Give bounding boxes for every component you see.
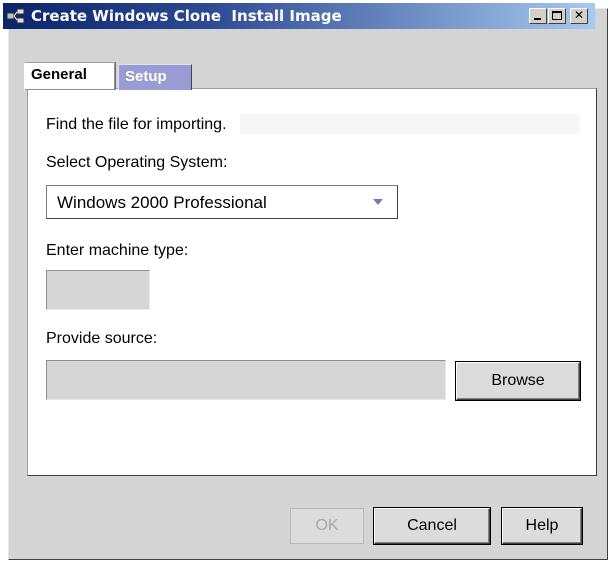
- chevron-down-icon[interactable]: [373, 199, 383, 205]
- browse-button[interactable]: Browse: [456, 362, 580, 400]
- close-icon: ✕: [573, 8, 585, 22]
- help-button[interactable]: Help: [502, 508, 582, 544]
- os-label: Select Operating System:: [46, 154, 228, 171]
- cancel-button[interactable]: Cancel: [374, 508, 490, 544]
- source-label: Provide source:: [46, 330, 158, 347]
- os-select[interactable]: Windows 2000 Professional: [46, 185, 398, 219]
- instruction-strip: [240, 114, 580, 134]
- maximize-icon: [552, 11, 562, 20]
- close-button[interactable]: ✕: [570, 8, 588, 24]
- maximize-button[interactable]: [548, 8, 566, 24]
- os-selected-value: Windows 2000 Professional: [57, 193, 267, 212]
- source-input[interactable]: [46, 360, 446, 400]
- minimize-button[interactable]: [529, 8, 547, 24]
- machine-type-input[interactable]: [46, 270, 150, 310]
- title-bar[interactable]: Create Windows Clone Install Image ✕: [3, 3, 595, 29]
- minimize-icon: [534, 18, 541, 20]
- window-title: Create Windows Clone Install Image: [31, 7, 342, 25]
- tab-setup[interactable]: Setup: [118, 64, 192, 90]
- network-clone-icon: [6, 8, 25, 24]
- instruction-text: Find the file for importing.: [46, 116, 227, 133]
- tab-general[interactable]: General: [24, 62, 116, 90]
- machine-type-label: Enter machine type:: [46, 242, 189, 259]
- ok-button[interactable]: OK: [290, 508, 364, 544]
